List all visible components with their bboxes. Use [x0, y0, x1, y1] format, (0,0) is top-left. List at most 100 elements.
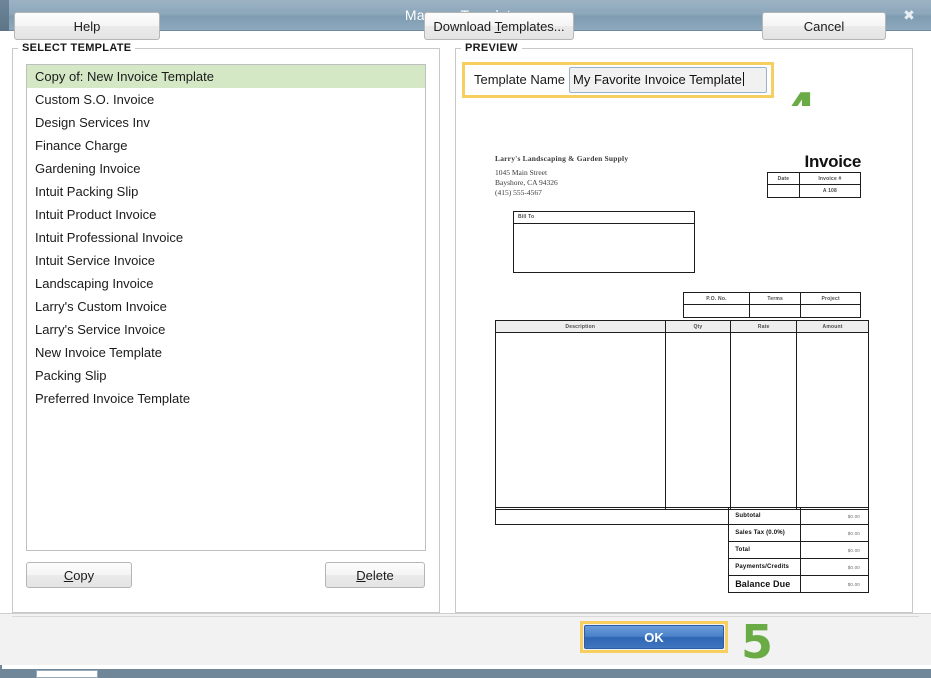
bill-to-box: Bill To — [513, 211, 695, 273]
list-item[interactable]: Larry's Service Invoice — [27, 318, 425, 341]
table-row — [683, 304, 861, 318]
totals-value-balance-due: $0.00 — [800, 575, 869, 593]
column-header-terms: Terms — [748, 292, 802, 305]
list-item[interactable]: Finance Charge — [27, 134, 425, 157]
preview-legend: PREVIEW — [461, 42, 522, 54]
cell-terms — [748, 304, 802, 318]
address-line-2: Bayshore, CA 94326 — [495, 178, 558, 187]
taskbar-button[interactable] — [36, 670, 98, 678]
step-badge-5: 5 — [741, 615, 774, 669]
cancel-button[interactable]: Cancel — [762, 12, 886, 40]
table-row — [495, 332, 869, 510]
cell-rate-body — [730, 332, 798, 510]
cell-amount-body — [796, 332, 869, 510]
help-button-label: Help — [73, 18, 101, 34]
list-item[interactable]: Design Services Inv — [27, 111, 425, 134]
cell-spacer — [494, 507, 729, 525]
copy-button-label: opy — [73, 567, 95, 583]
column-header-amount: Amount — [796, 320, 869, 333]
list-item[interactable]: Larry's Custom Invoice — [27, 295, 425, 318]
list-item[interactable]: Copy of: New Invoice Template — [27, 65, 425, 88]
column-header-project: Project — [800, 292, 861, 305]
ok-button[interactable]: OK — [584, 625, 724, 649]
download-templates-button[interactable]: Download Templates... — [424, 12, 574, 40]
cell-description-body — [495, 332, 666, 510]
manage-templates-dialog: Manage Templates ✖ SELECT TEMPLATE Copy … — [0, 0, 931, 678]
column-header-rate: Rate — [730, 320, 798, 333]
cell-invoice-number: A 108 — [798, 184, 862, 198]
list-item[interactable]: Packing Slip — [27, 364, 425, 387]
list-item[interactable]: Intuit Product Invoice — [27, 203, 425, 226]
cell-spacer — [496, 525, 729, 542]
help-button[interactable]: Help — [14, 12, 160, 40]
cancel-button-label: Cancel — [803, 18, 845, 34]
footer-divider — [12, 616, 919, 617]
totals-label-sales-tax: Sales Tax (0.0%) — [728, 524, 802, 542]
table-row: Date Invoice # — [767, 172, 862, 185]
select-template-legend: SELECT TEMPLATE — [18, 42, 136, 54]
cell-date — [767, 184, 800, 198]
date-invoice-table: Date Invoice # A 108 — [767, 172, 862, 198]
column-header-qty: Qty — [664, 320, 732, 333]
copy-button[interactable]: Copy — [26, 562, 132, 588]
table-row: Total $0.00 — [496, 541, 869, 559]
list-item[interactable]: Landscaping Invoice — [27, 272, 425, 295]
list-item[interactable]: Preferred Invoice Template — [27, 387, 425, 410]
dialog-body: SELECT TEMPLATE Copy of: New Invoice Tem… — [0, 31, 931, 613]
line-items-table: Description Qty Rate Amount — [495, 320, 869, 510]
list-item[interactable]: Gardening Invoice — [27, 157, 425, 180]
totals-value-sales-tax: $0.00 — [800, 524, 869, 542]
copy-button-accel: C — [63, 567, 74, 583]
bill-to-label: Bill To — [514, 212, 694, 224]
table-row: Subtotal $0.00 — [494, 507, 869, 525]
table-row: Payments/Credits $0.00 — [496, 558, 869, 576]
cell-spacer — [496, 542, 729, 559]
download-button-label: emplates... — [501, 18, 565, 34]
delete-button-label: elete — [365, 567, 394, 583]
totals-label-subtotal: Subtotal — [728, 507, 802, 525]
po-terms-project-table: P.O. No. Terms Project — [683, 292, 861, 318]
template-name-value: My Favorite Invoice Template — [573, 69, 744, 91]
delete-button[interactable]: Delete — [325, 562, 425, 588]
totals-label-payments-credits: Payments/Credits — [728, 558, 802, 576]
cell-project — [800, 304, 861, 318]
totals-value-total: $0.00 — [800, 541, 869, 559]
list-item[interactable]: Intuit Service Invoice — [27, 249, 425, 272]
list-item[interactable]: Intuit Packing Slip — [27, 180, 425, 203]
company-name: Larry's Landscaping & Garden Supply — [495, 154, 629, 163]
invoice-preview: Larry's Landscaping & Garden Supply 1045… — [462, 106, 905, 601]
close-icon[interactable]: ✖ — [895, 4, 923, 26]
table-row: Sales Tax (0.0%) $0.00 — [496, 524, 869, 542]
table-row: Balance Due $0.00 — [496, 575, 869, 593]
cell-qty-body — [664, 332, 732, 510]
list-item[interactable]: Custom S.O. Invoice — [27, 88, 425, 111]
column-header-description: Description — [495, 320, 666, 333]
delete-button-accel: D — [356, 567, 366, 583]
list-item[interactable]: New Invoice Template — [27, 341, 425, 364]
taskbar-strip — [0, 669, 931, 678]
invoice-doc-title: Invoice — [804, 152, 862, 171]
download-button-pre: Download — [433, 18, 495, 34]
template-name-text: My Favorite Invoice Template — [573, 72, 742, 87]
company-address: 1045 Main Street Bayshore, CA 94326 (415… — [495, 168, 558, 198]
template-list[interactable]: Copy of: New Invoice Template Custom S.O… — [26, 64, 426, 551]
column-header-invoice-number: Invoice # — [798, 172, 862, 185]
template-name-label: Template Name — [474, 72, 566, 87]
address-line-1: 1045 Main Street — [495, 168, 548, 177]
dialog-footer — [0, 613, 931, 665]
ok-button-label: OK — [644, 629, 664, 645]
totals-label-total: Total — [728, 541, 802, 559]
totals-value-payments-credits: $0.00 — [800, 558, 869, 576]
text-caret — [742, 72, 744, 86]
cell-spacer — [496, 576, 729, 593]
table-row: P.O. No. Terms Project — [683, 292, 861, 305]
cell-spacer — [496, 559, 729, 576]
list-item[interactable]: Intuit Professional Invoice — [27, 226, 425, 249]
column-header-po-no: P.O. No. — [683, 292, 750, 305]
totals-label-balance-due: Balance Due — [728, 575, 802, 593]
totals-table: Subtotal $0.00 Sales Tax (0.0%) $0.00 To… — [494, 507, 869, 593]
table-row: A 108 — [767, 184, 862, 198]
table-row: Description Qty Rate Amount — [495, 320, 869, 333]
cell-po-no — [683, 304, 750, 318]
totals-value-subtotal: $0.00 — [800, 507, 869, 525]
